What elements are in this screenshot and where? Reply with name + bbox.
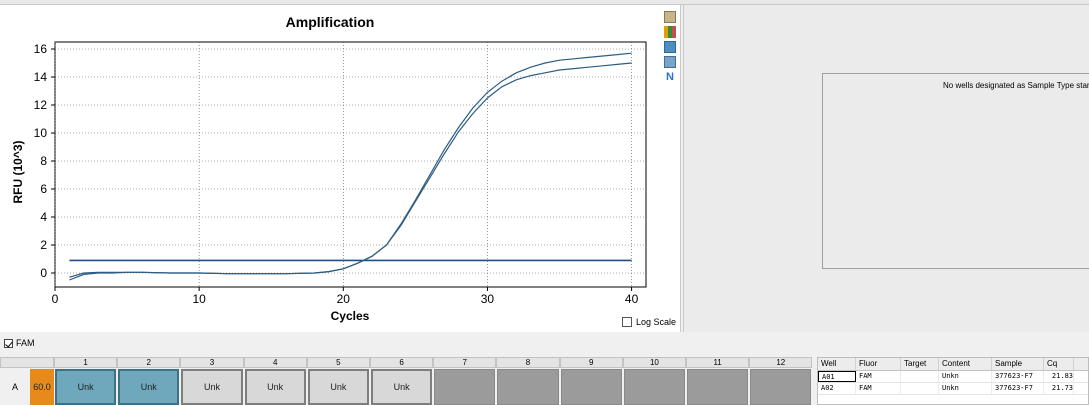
x-tick-label: 20 xyxy=(337,292,351,306)
results-cell[interactable]: 377623-F7 xyxy=(992,371,1044,382)
x-tick-label: 30 xyxy=(481,292,495,306)
results-table: Well Fluor Target Content Sample Cq A01 FAM Unkn… xyxy=(817,357,1089,405)
x-tick-label: 0 xyxy=(52,292,59,306)
y-tick-label: 14 xyxy=(34,70,48,84)
print-icon[interactable] xyxy=(664,56,676,68)
y-tick-label: 12 xyxy=(34,98,48,112)
plate-well[interactable] xyxy=(434,369,496,405)
results-row[interactable]: A02 FAM Unkn 377623-F7 21.73 xyxy=(818,383,1088,395)
log-scale-label: Log Scale xyxy=(636,317,677,327)
plot-frame xyxy=(54,41,647,288)
plate-well[interactable] xyxy=(560,369,622,405)
y-axis-label: RFU (10^3) xyxy=(11,140,25,204)
curve-icon[interactable]: N xyxy=(664,71,676,83)
standard-curve-box: No wells designated as Sample Type stand… xyxy=(822,73,1089,269)
chart-title: Amplification xyxy=(285,14,375,30)
y-tick-label: 16 xyxy=(34,42,48,56)
standard-curve-panel: No wells designated as Sample Type stand… xyxy=(683,5,1089,332)
plate-column-header[interactable]: 5 xyxy=(306,357,370,368)
plate-well[interactable]: Unk xyxy=(55,369,117,405)
plate-column-header[interactable]: 2 xyxy=(117,357,181,368)
plate-well[interactable]: Unk xyxy=(181,369,243,405)
results-cell[interactable]: Unkn xyxy=(939,371,992,382)
plate-corner-header xyxy=(0,357,54,368)
amplification-chart[interactable]: 0 10 20 30 40 0 2 4 6 8 10 12 14 16 xyxy=(0,5,681,332)
log-scale-toggle[interactable]: Log Scale xyxy=(622,317,676,327)
results-header-row: Well Fluor Target Content Sample Cq xyxy=(818,358,1088,371)
plate-column-header[interactable]: 3 xyxy=(180,357,244,368)
plate-column-header[interactable]: 12 xyxy=(749,357,813,368)
plate-well[interactable] xyxy=(497,369,559,405)
results-cell[interactable] xyxy=(901,371,939,382)
plate-column-header[interactable]: 9 xyxy=(559,357,623,368)
row-temperature: 60.0 xyxy=(30,369,54,405)
results-column-header[interactable]: Fluor xyxy=(856,358,901,370)
plate-well[interactable]: Unk xyxy=(244,369,306,405)
results-cell[interactable]: 377623-F7 xyxy=(992,383,1044,394)
results-column-header[interactable]: Target xyxy=(901,358,939,370)
results-column-header[interactable]: Sample xyxy=(992,358,1044,370)
plate-map: 1 2 3 4 5 6 7 8 9 10 11 12 A 60.0 Unk Unk Unk Unk Unk Unk xyxy=(0,357,813,405)
amplification-chart-panel: 0 10 20 30 40 0 2 4 6 8 10 12 14 16 Amplification RFU… xyxy=(0,5,681,332)
chart-toolbar: N xyxy=(664,11,678,86)
results-cell[interactable]: A01 xyxy=(818,371,856,382)
plate-column-header[interactable]: 8 xyxy=(496,357,560,368)
results-cell[interactable]: A02 xyxy=(818,383,856,394)
y-tick-label: 4 xyxy=(40,210,47,224)
copy-icon[interactable] xyxy=(664,11,676,23)
standard-curve-message: No wells designated as Sample Type stand… xyxy=(943,81,1089,90)
plate-column-header[interactable]: 10 xyxy=(622,357,686,368)
plate-row-label[interactable]: A xyxy=(0,369,30,405)
y-tick-label: 0 xyxy=(40,266,47,280)
results-cell[interactable]: FAM xyxy=(856,383,901,394)
plate-well[interactable] xyxy=(750,369,812,405)
x-axis-label: Cycles xyxy=(330,309,370,323)
fluor-filter[interactable]: FAM xyxy=(0,334,1089,352)
results-cell[interactable]: 21.83 xyxy=(1044,371,1074,382)
results-cell[interactable]: Unkn xyxy=(939,383,992,394)
export-icon[interactable] xyxy=(664,41,676,53)
y-tick-label: 10 xyxy=(34,126,48,140)
y-tick-label: 2 xyxy=(40,238,47,252)
plate-well[interactable]: Unk xyxy=(307,369,369,405)
y-tick-label: 8 xyxy=(40,154,47,168)
plate-well[interactable]: Unk xyxy=(371,369,433,405)
x-tick-label: 40 xyxy=(625,292,639,306)
plate-column-header[interactable]: 1 xyxy=(54,357,118,368)
results-column-header[interactable]: Well xyxy=(818,358,856,370)
plate-well[interactable] xyxy=(687,369,749,405)
plate-column-header[interactable]: 11 xyxy=(686,357,750,368)
results-column-header[interactable]: Cq xyxy=(1044,358,1074,370)
bar-chart-icon[interactable] xyxy=(664,26,676,38)
plate-column-header[interactable]: 4 xyxy=(243,357,307,368)
y-tick-label: 6 xyxy=(40,182,47,196)
results-cell[interactable] xyxy=(901,383,939,394)
plate-well[interactable] xyxy=(623,369,685,405)
x-tick-label: 10 xyxy=(192,292,206,306)
plate-well[interactable]: Unk xyxy=(118,369,180,405)
plate-column-header[interactable]: 7 xyxy=(433,357,497,368)
results-cell[interactable]: FAM xyxy=(856,371,901,382)
cfx-analysis-window: 0 10 20 30 40 0 2 4 6 8 10 12 14 16 Amplification RFU… xyxy=(0,0,1089,405)
fam-label: FAM xyxy=(16,338,35,348)
results-row[interactable]: A01 FAM Unkn 377623-F7 21.83 xyxy=(818,371,1088,383)
fam-checkbox[interactable] xyxy=(4,338,13,348)
plate-column-header[interactable]: 6 xyxy=(370,357,434,368)
results-column-header[interactable]: Content xyxy=(939,358,992,370)
log-scale-checkbox[interactable] xyxy=(622,317,632,327)
results-cell[interactable]: 21.73 xyxy=(1044,383,1074,394)
